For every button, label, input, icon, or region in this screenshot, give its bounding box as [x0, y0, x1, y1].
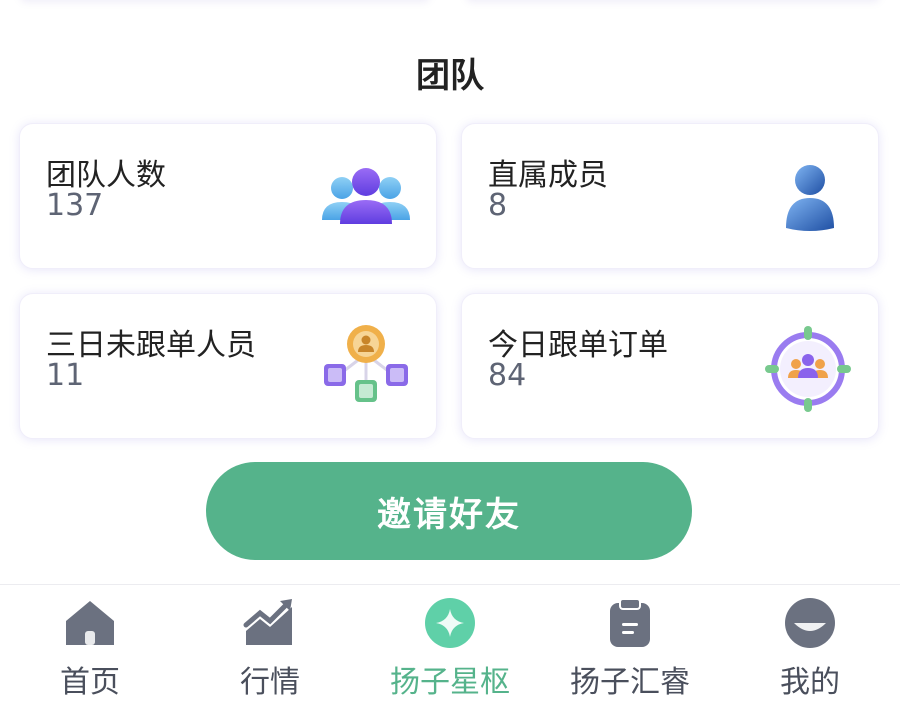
- target-people-icon: [765, 326, 851, 412]
- stat-value: 11: [46, 358, 85, 393]
- tab-label: 扬子星枢: [390, 665, 510, 700]
- stat-card-today-orders[interactable]: 今日跟单订单 84: [461, 293, 879, 439]
- stat-card-no-follow-3days[interactable]: 三日未跟单人员 11: [19, 293, 437, 439]
- stat-value: 137: [46, 188, 104, 223]
- stat-card-direct-members[interactable]: 直属成员 8: [461, 123, 879, 269]
- stat-card-team-count[interactable]: 团队人数 137: [19, 123, 437, 269]
- section-title: 团队: [416, 56, 484, 96]
- tab-yangzi-xingshu[interactable]: 扬子星枢: [360, 585, 540, 703]
- tab-label: 我的: [780, 665, 840, 700]
- invite-friends-button[interactable]: 邀请好友: [206, 462, 692, 560]
- clipboard-icon: [610, 598, 650, 647]
- network-people-icon: [324, 325, 408, 402]
- person-icon: [786, 165, 834, 231]
- profile-icon: [785, 598, 835, 648]
- home-icon: [66, 601, 114, 645]
- bottom-tab-bar: 首页 行情 扬子星枢 扬子汇睿 我的: [0, 584, 900, 703]
- sparkle-icon: [425, 598, 475, 648]
- tab-label: 行情: [240, 665, 300, 700]
- tab-home[interactable]: 首页: [0, 585, 180, 703]
- tab-label: 首页: [60, 665, 120, 700]
- stat-value: 8: [488, 188, 508, 223]
- tab-market[interactable]: 行情: [180, 585, 360, 703]
- chart-trend-icon: [243, 599, 292, 645]
- tab-label: 扬子汇睿: [570, 665, 690, 700]
- team-group-icon: [322, 168, 410, 224]
- tab-yangzi-huirui[interactable]: 扬子汇睿: [540, 585, 720, 703]
- tab-mine[interactable]: 我的: [720, 585, 900, 703]
- stat-value: 84: [488, 358, 527, 393]
